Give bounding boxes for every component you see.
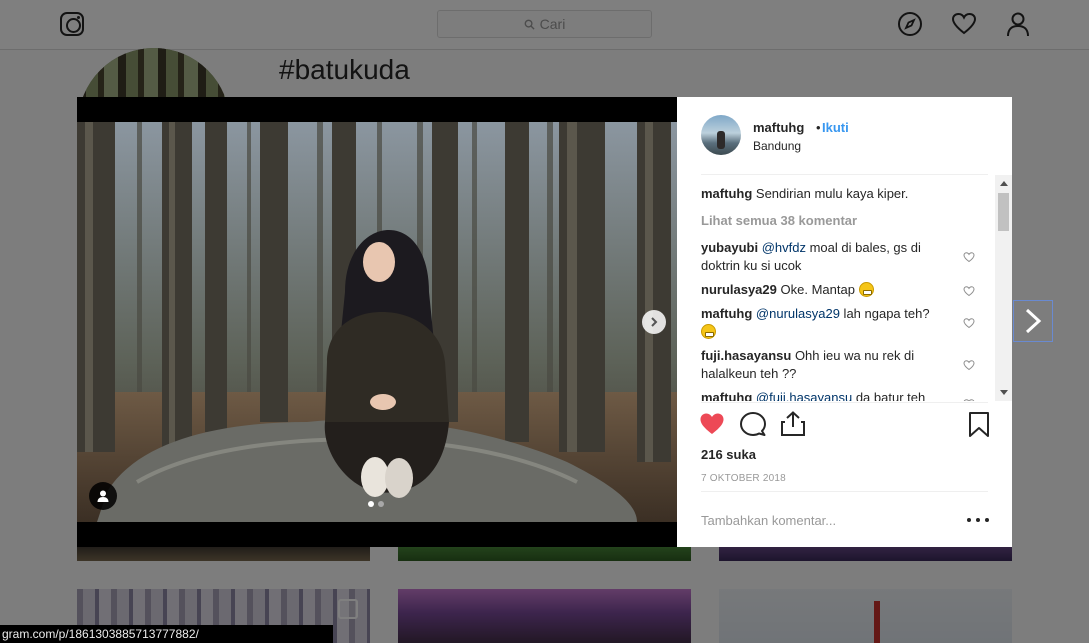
dot [976,518,980,522]
bookmark-icon [969,412,989,437]
caption: maftuhg Sendirian mulu kaya kiper. [701,185,961,203]
dot [967,518,971,522]
comment-username[interactable]: fuji.hasayansu [701,348,791,363]
carousel-dot [378,501,384,507]
comment-text: lah ngapa teh? [839,306,930,321]
more-options-button[interactable] [967,510,989,530]
chevron-right-icon [1025,308,1042,334]
next-post-arrow[interactable] [1013,300,1053,342]
carousel-next-button[interactable] [642,310,666,334]
comment-username[interactable]: maftuhg [701,306,752,321]
comment-mention[interactable]: @hvfdz [762,240,806,255]
post-photo[interactable] [77,122,677,522]
comment-mention[interactable]: @nurulasya29 [756,306,840,321]
comment-like-heart-icon[interactable] [963,397,975,401]
grinning-face-emoji-icon [701,324,716,339]
scroll-up-arrow-icon[interactable] [1000,181,1008,186]
carousel-indicator [368,501,384,507]
scroll-down-arrow-icon[interactable] [1000,390,1008,395]
comment-like-heart-icon[interactable] [963,358,975,371]
comment-like-heart-icon[interactable] [963,284,975,297]
post-media-panel [77,97,677,547]
post-location[interactable]: Bandung [753,139,801,153]
add-comment-input[interactable]: Tambahkan komentar... [701,513,836,528]
save-bookmark-button[interactable] [966,411,992,437]
comment-username[interactable]: yubayubi [701,240,758,255]
comments-divider [701,402,988,403]
comment-item: maftuhg @nurulasya29 lah ngapa teh? [701,305,961,341]
caption-text: Sendirian mulu kaya kiper. [755,186,909,201]
comments-scrollbar[interactable] [995,175,1012,401]
view-all-comments-link[interactable]: Lihat semua 38 komentar [701,213,857,228]
comment-item: fuji.hasayansu Ohh ieu wa nu rek di hala… [701,347,961,383]
comment-item: yubayubi @hvfdz moal di bales, gs di dok… [701,239,961,275]
share-button[interactable] [780,411,806,437]
share-upload-icon [781,411,805,436]
comment-button[interactable] [740,411,766,437]
footer-divider [701,491,988,492]
author-username[interactable]: maftuhg [753,120,804,135]
speech-bubble-icon [740,412,766,436]
chevron-right-icon [651,317,658,327]
comment-item: maftuhg @fuji.hasayansu da batur teh [701,389,961,401]
comment-text: da batur teh [852,390,926,401]
browser-status-url: gram.com/p/1861303885713777882/ [0,625,333,643]
like-button[interactable] [699,411,725,437]
post-date: 7 OKTOBER 2018 [701,473,786,484]
comments-list: maftuhg Sendirian mulu kaya kiper. Lihat… [701,185,991,401]
scrollbar-thumb[interactable] [998,193,1009,231]
comment-text: Oke. Mantap [780,282,855,297]
follow-button[interactable]: Ikuti [822,120,849,135]
user-tag-icon [97,490,109,502]
comment-username[interactable]: maftuhg [701,390,752,401]
grinning-face-emoji-icon [858,282,874,297]
header-divider [701,174,988,175]
heart-filled-icon [700,413,724,434]
comment-item: nurulasya29 Oke. Mantap [701,281,961,299]
post-header: maftuhg • Ikuti Bandung [677,97,1012,175]
author-avatar[interactable] [701,115,741,155]
caption-username[interactable]: maftuhg [701,186,752,201]
tagged-people-button[interactable] [89,482,117,510]
post-actions [677,411,1012,441]
likes-count[interactable]: 216 suka [701,447,756,462]
comment-like-heart-icon[interactable] [963,250,975,263]
dot [985,518,989,522]
comment-mention[interactable]: @fuji.hasayansu [756,390,852,401]
comment-username[interactable]: nurulasya29 [701,282,777,297]
carousel-dot-active [368,501,374,507]
comment-like-heart-icon[interactable] [963,316,975,329]
post-details-panel: maftuhg • Ikuti Bandung maftuhg Sendiria… [677,97,1012,547]
separator-bullet: • [816,120,821,135]
